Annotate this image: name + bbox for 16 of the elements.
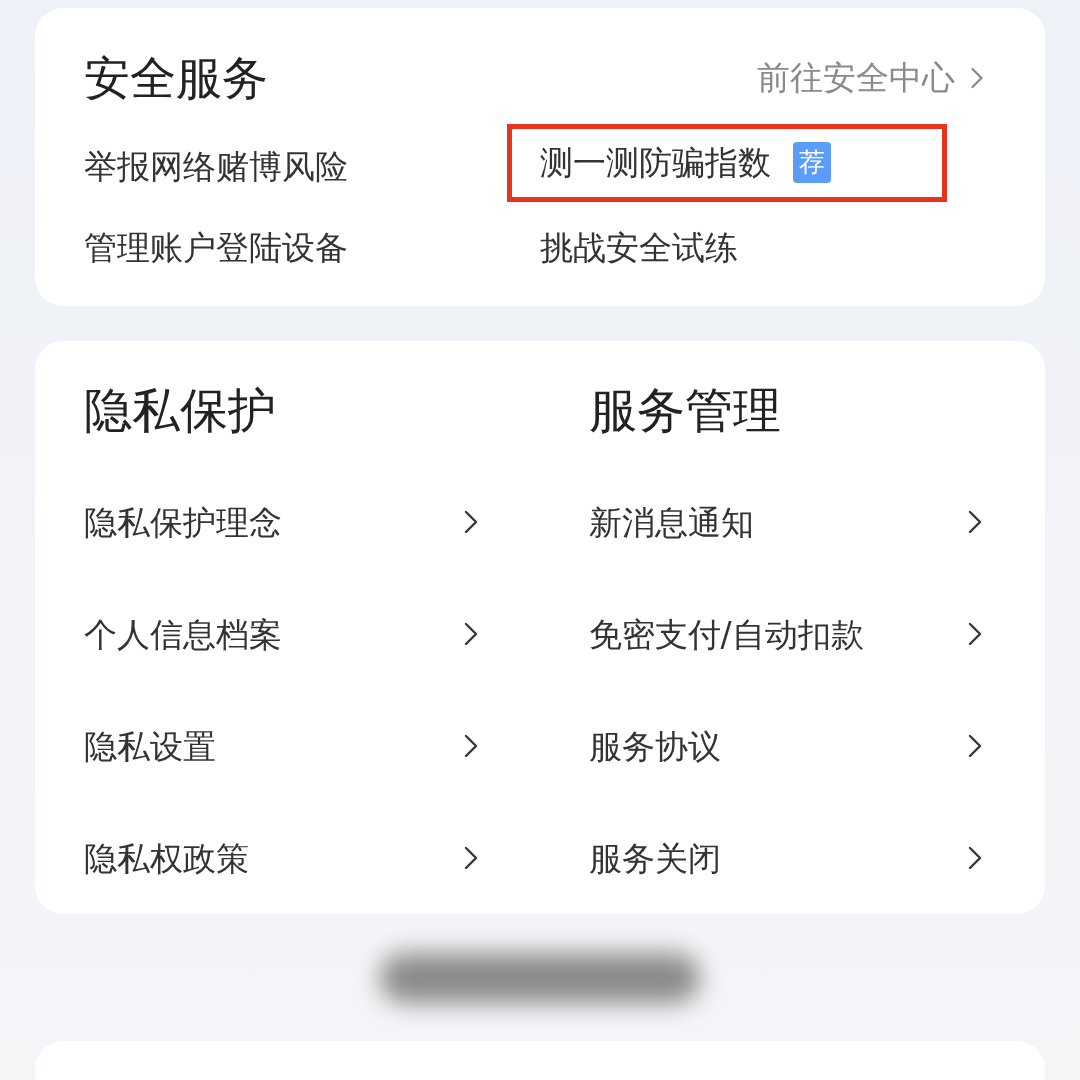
- section-title: 安全服务: [84, 49, 268, 107]
- menu-item[interactable]: 隐私保护理念: [84, 466, 491, 579]
- menu-item[interactable]: 服务关闭: [588, 802, 995, 915]
- menu-item[interactable]: 隐私权政策: [84, 802, 491, 915]
- section-title: 服务管理: [588, 381, 781, 441]
- service-link[interactable]: 举报网络赌博风险: [84, 141, 348, 192]
- menu-item[interactable]: 隐私设置: [84, 690, 491, 803]
- menu-item[interactable]: 服务协议: [588, 690, 995, 803]
- service-link[interactable]: 管理账户登陆设备: [84, 222, 348, 273]
- service-link[interactable]: 测一测防骗指数 荐: [506, 123, 947, 202]
- recommend-badge: 荐: [792, 142, 831, 183]
- service-link[interactable]: 挑战安全试练: [539, 222, 738, 273]
- menu-item[interactable]: 个人信息档案: [84, 578, 491, 691]
- section-title: 隐私保护: [84, 381, 276, 441]
- menu-item[interactable]: 免密支付/自动扣款: [588, 578, 995, 691]
- menu-item[interactable]: 新消息通知: [588, 466, 995, 579]
